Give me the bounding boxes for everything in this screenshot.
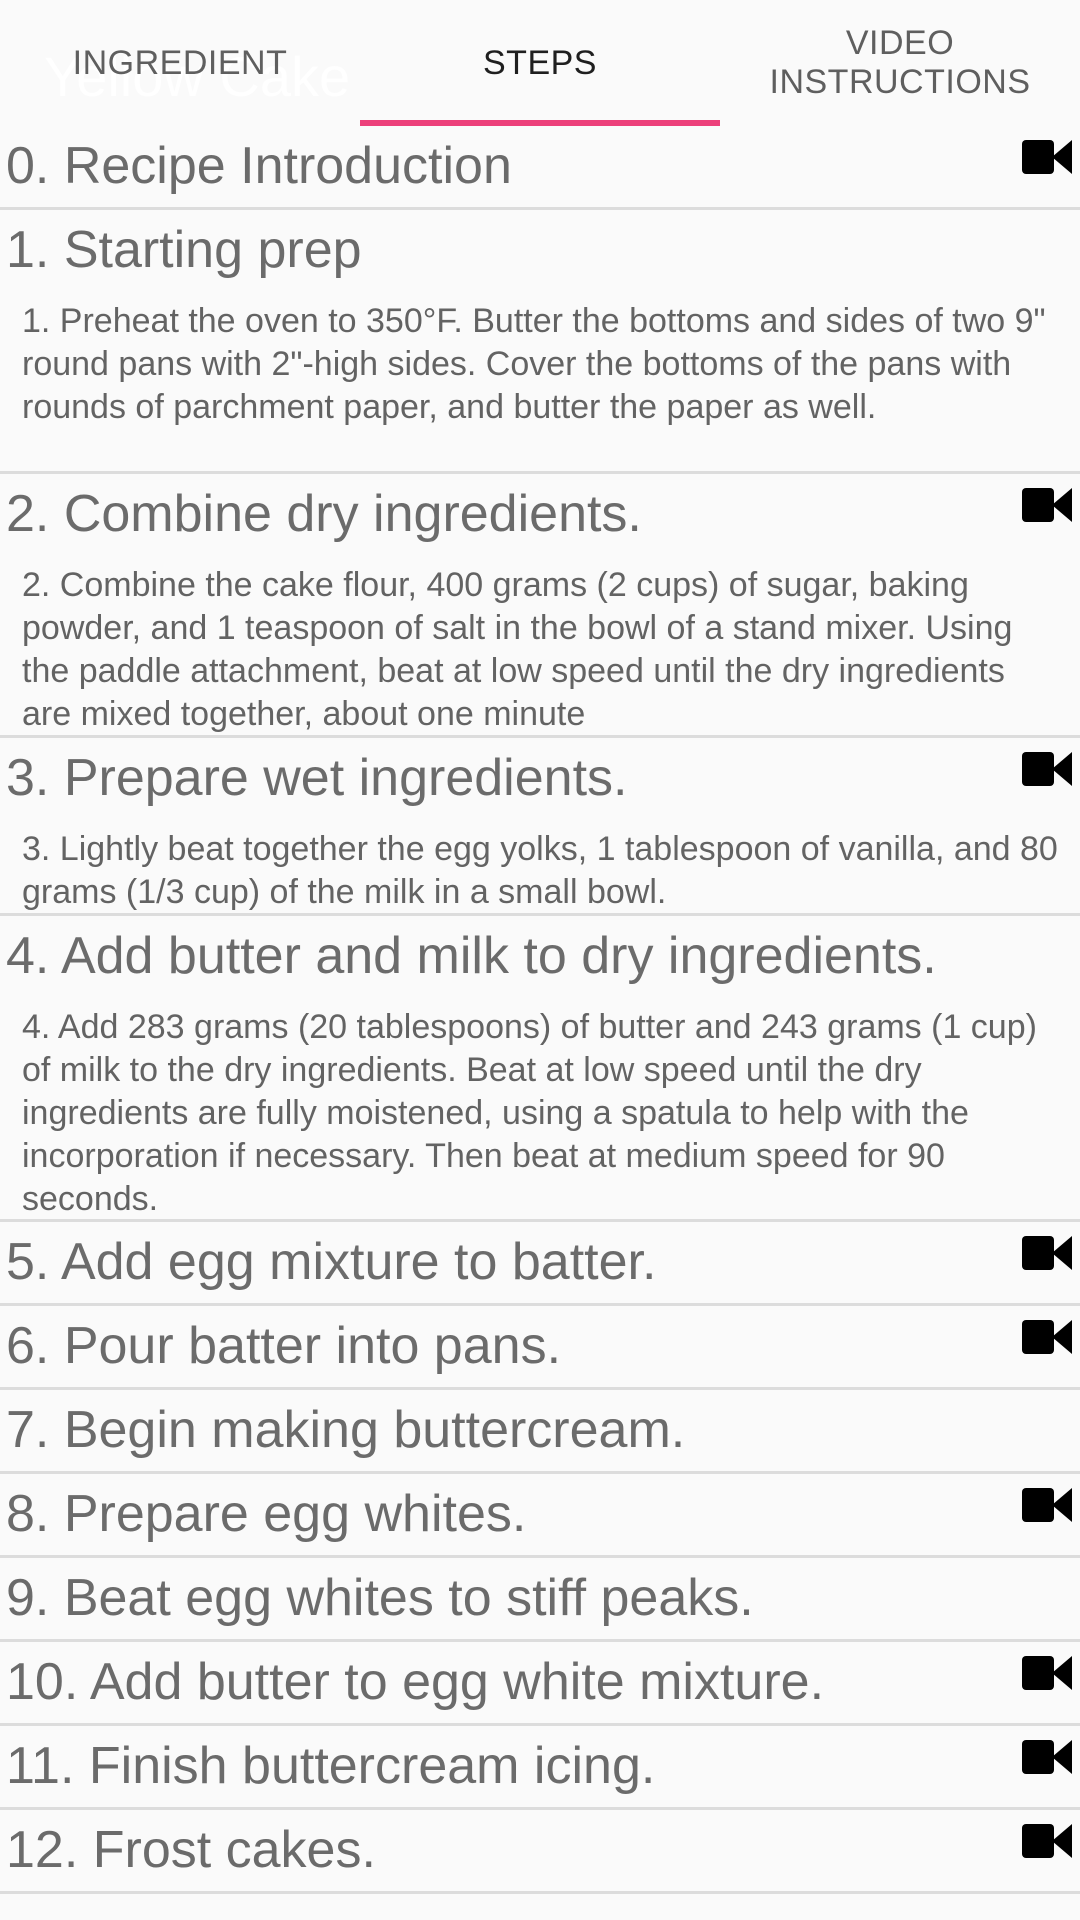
step-item[interactable]: 7. Begin making buttercream. [0, 1390, 1080, 1474]
video-camera-icon[interactable] [1022, 1488, 1072, 1522]
step-item[interactable]: 4. Add butter and milk to dry ingredient… [0, 916, 1080, 1222]
video-camera-icon[interactable] [1022, 140, 1072, 174]
step-item[interactable]: 10. Add butter to egg white mixture. [0, 1642, 1080, 1726]
step-item[interactable]: 3. Prepare wet ingredients. 3. Lightly b… [0, 738, 1080, 916]
step-item[interactable]: 1. Starting prep 1. Preheat the oven to … [0, 210, 1080, 474]
video-camera-icon[interactable] [1022, 1824, 1072, 1858]
step-title: 1. Starting prep [6, 221, 362, 279]
step-title: 8. Prepare egg whites. [6, 1485, 527, 1543]
step-title: 11. Finish buttercream icing. [6, 1737, 656, 1795]
tab-steps[interactable]: STEPS [360, 0, 720, 126]
step-title: 5. Add egg mixture to batter. [6, 1233, 657, 1291]
tab-bar: Yellow Cake INGREDIENT STEPS VIDEO INSTR… [0, 0, 1080, 126]
step-item[interactable]: 2. Combine dry ingredients. 2. Combine t… [0, 474, 1080, 738]
video-camera-icon[interactable] [1022, 1320, 1072, 1354]
step-title: 2. Combine dry ingredients. [6, 485, 642, 543]
tab-ingredient[interactable]: INGREDIENT [0, 0, 360, 126]
step-item[interactable]: 6. Pour batter into pans. [0, 1306, 1080, 1390]
step-item[interactable]: 12. Frost cakes. [0, 1810, 1080, 1894]
step-description: 2. Combine the cake flour, 400 grams (2 … [22, 566, 1013, 733]
step-description: 3. Lightly beat together the egg yolks, … [22, 830, 1058, 911]
step-description: 1. Preheat the oven to 350°F. Butter the… [22, 302, 1046, 426]
step-title: 7. Begin making buttercream. [6, 1401, 686, 1459]
step-title: 9. Beat egg whites to stiff peaks. [6, 1569, 754, 1627]
step-title: 12. Frost cakes. [6, 1821, 376, 1879]
video-camera-icon[interactable] [1022, 752, 1072, 786]
step-description: 4. Add 283 grams (20 tablespoons) of but… [22, 1008, 1037, 1218]
video-camera-icon[interactable] [1022, 1236, 1072, 1270]
step-title: 4. Add butter and milk to dry ingredient… [6, 927, 937, 985]
step-title: 0. Recipe Introduction [6, 137, 512, 195]
step-title: 3. Prepare wet ingredients. [6, 749, 628, 807]
step-item[interactable]: 0. Recipe Introduction [0, 126, 1080, 210]
step-title: 6. Pour batter into pans. [6, 1317, 562, 1375]
step-item[interactable]: 8. Prepare egg whites. [0, 1474, 1080, 1558]
video-camera-icon[interactable] [1022, 1740, 1072, 1774]
step-item[interactable]: 11. Finish buttercream icing. [0, 1726, 1080, 1810]
step-item[interactable]: 5. Add egg mixture to batter. [0, 1222, 1080, 1306]
video-camera-icon[interactable] [1022, 488, 1072, 522]
step-item[interactable]: 9. Beat egg whites to stiff peaks. [0, 1558, 1080, 1642]
tab-video-instructions[interactable]: VIDEO INSTRUCTIONS [720, 0, 1080, 126]
step-title: 10. Add butter to egg white mixture. [6, 1653, 825, 1711]
steps-list: 0. Recipe Introduction 1. Starting prep … [0, 126, 1080, 1894]
video-camera-icon[interactable] [1022, 1656, 1072, 1690]
